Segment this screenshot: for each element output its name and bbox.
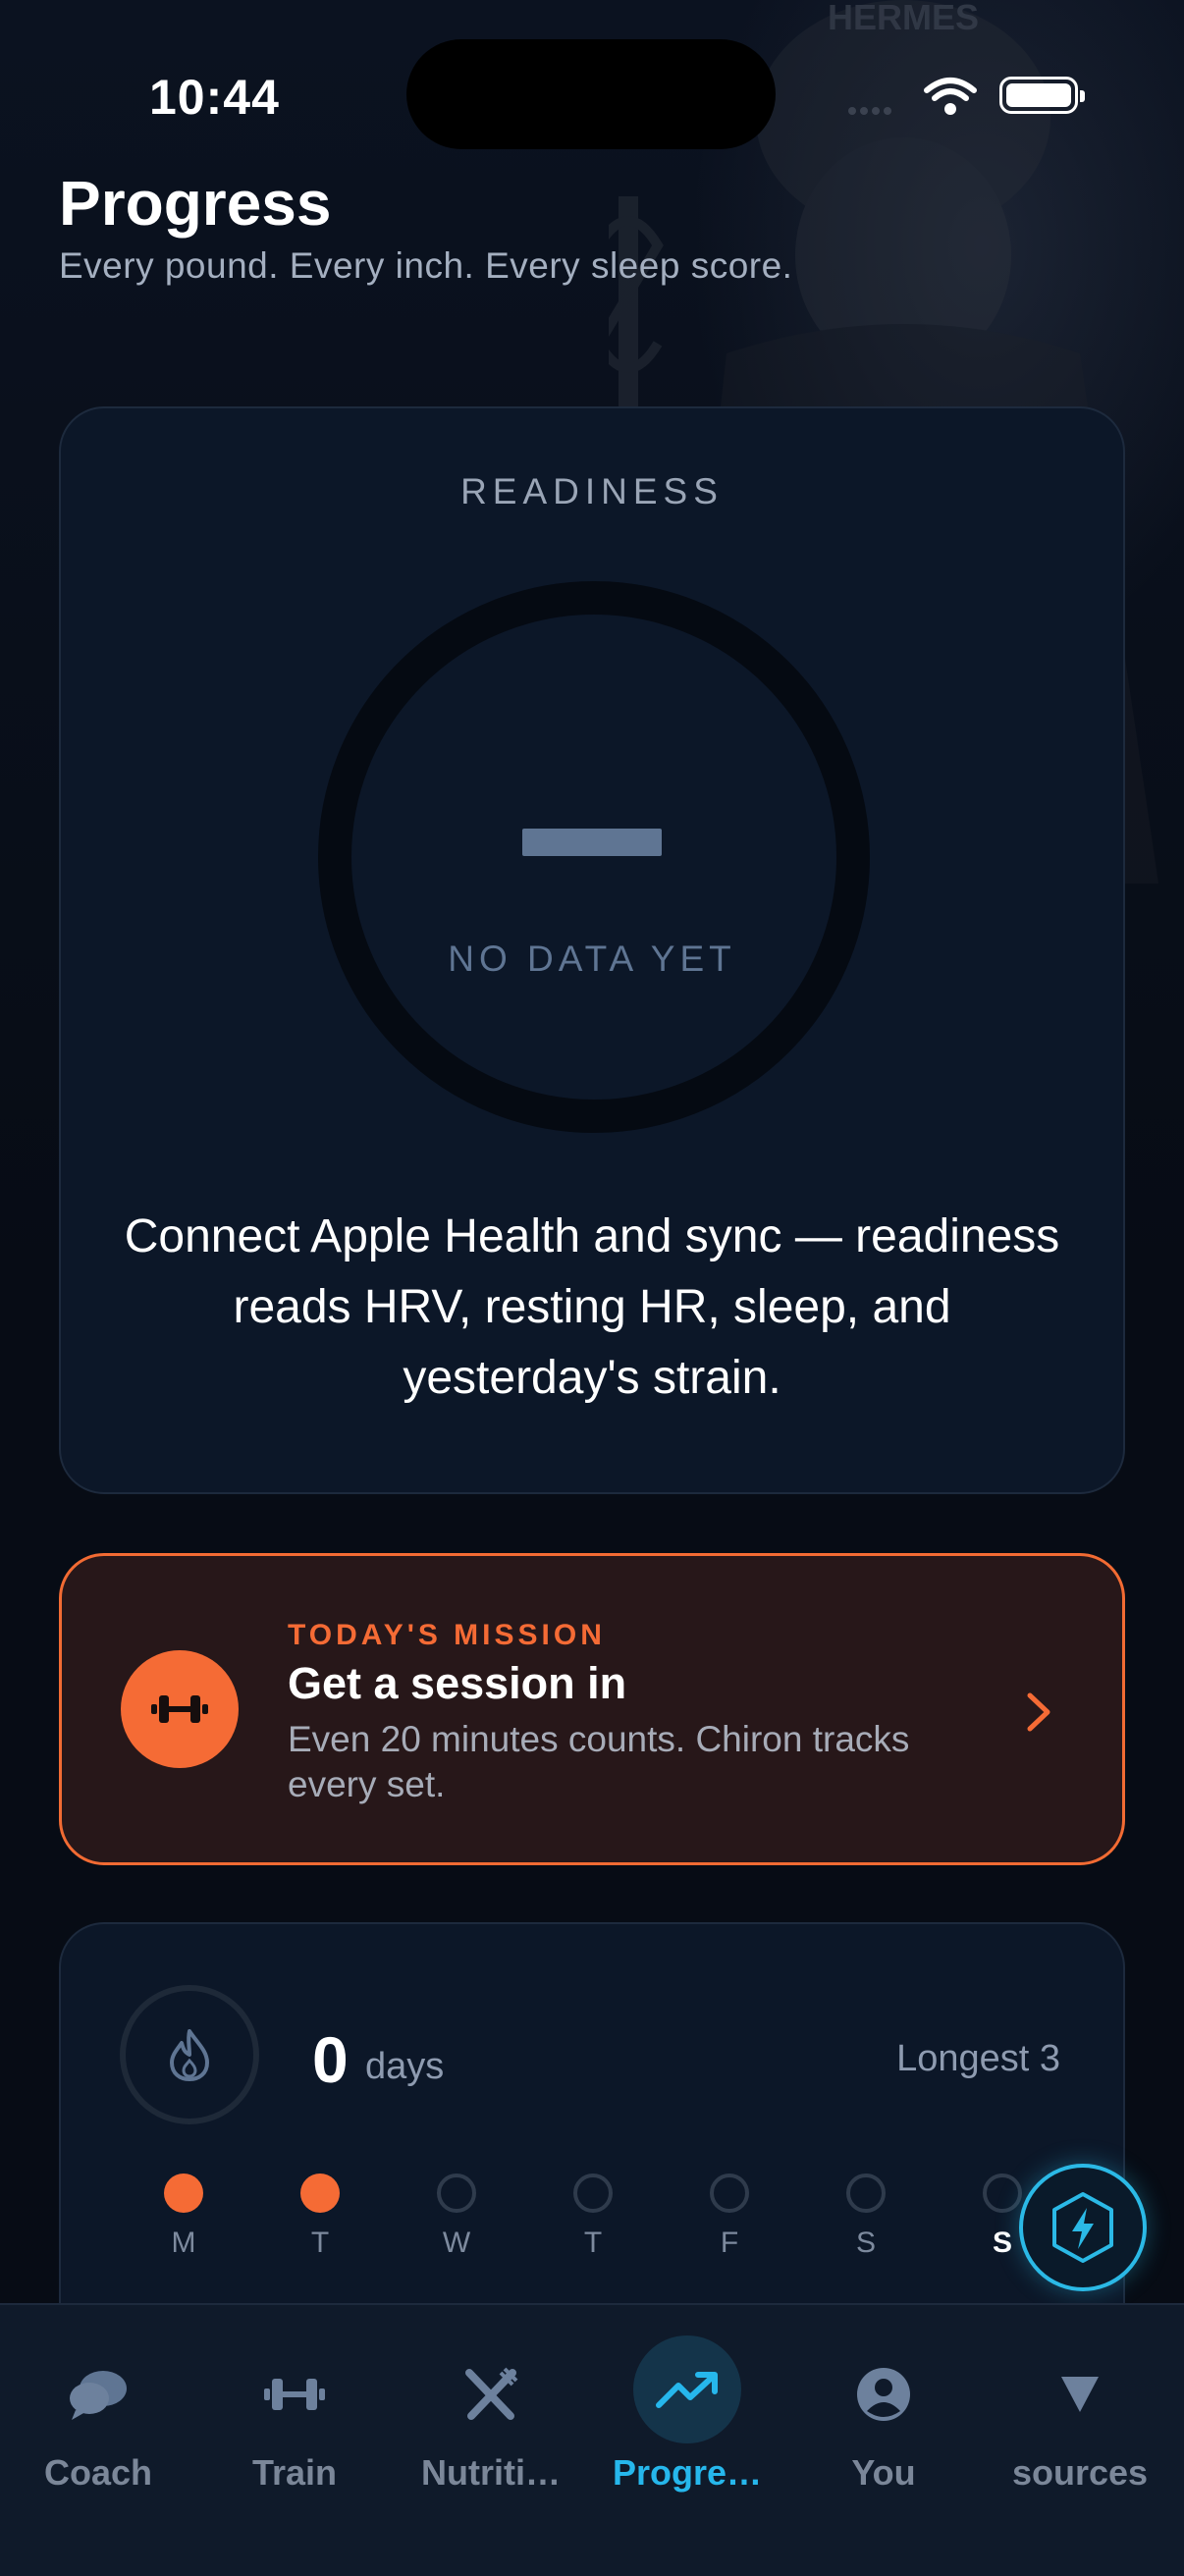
dumbbell-icon [121,1650,239,1768]
tab-you[interactable]: You [785,2350,982,2494]
cellular-signal-icon [848,102,895,120]
dumbbell-icon [196,2350,393,2439]
fork-knife-icon [393,2350,589,2439]
streak-unit: days [365,2046,445,2087]
tab-progress[interactable]: Progre… [589,2335,785,2494]
readiness-caption: NO DATA YET [448,939,736,979]
mission-card[interactable]: TODAY'S MISSION Get a session in Even 20… [59,1553,1125,1865]
readiness-message: Connect Apple Health and sync — readines… [124,1210,1060,1404]
chat-icon [0,2350,196,2439]
streak-card[interactable]: 0 days Longest 3 M T W T F S S [59,1922,1125,2334]
streak-longest: Longest 3 [896,2038,1060,2079]
readiness-empty-value [522,829,662,856]
tab-nutrition[interactable]: Nutriti… [393,2350,589,2494]
mission-title: Get a session in [288,1658,627,1708]
day-thursday: T [544,2174,642,2260]
statue-helmet-text: HERMES [828,0,979,37]
lightning-icon [1052,2192,1113,2263]
page-title: Progress [59,168,332,239]
mission-description: Even 20 minutes counts. Chiron tracks ev… [288,1719,910,1804]
tab-sources[interactable]: sources [982,2350,1178,2494]
readiness-label: READINESS [460,471,724,511]
quick-action-button[interactable] [1019,2164,1147,2291]
tab-bar: Coach Train Nutriti… Progre… You sources [0,2303,1184,2576]
readiness-ring [318,581,870,1133]
chevron-right-icon [1027,1692,1050,1732]
wifi-icon [924,78,977,115]
tab-train[interactable]: Train [196,2350,393,2494]
day-tuesday: T [271,2174,369,2260]
flame-icon [120,1985,259,2124]
person-icon [785,2350,982,2439]
battery-icon [999,77,1085,114]
status-time: 10:44 [149,70,280,125]
triangle-down-icon [982,2350,1178,2439]
day-friday: F [680,2174,779,2260]
page-subtitle: Every pound. Every inch. Every sleep sco… [59,245,793,286]
tab-coach[interactable]: Coach [0,2350,196,2494]
readiness-card[interactable]: READINESS NO DATA YET Connect Apple Heal… [59,406,1125,1494]
day-monday: M [135,2174,233,2260]
day-saturday: S [817,2174,915,2260]
mission-eyebrow: TODAY'S MISSION [288,1619,606,1651]
trending-up-icon [633,2335,741,2443]
day-wednesday: W [407,2174,506,2260]
streak-count: 0 [312,2023,349,2096]
dynamic-island [406,39,776,149]
